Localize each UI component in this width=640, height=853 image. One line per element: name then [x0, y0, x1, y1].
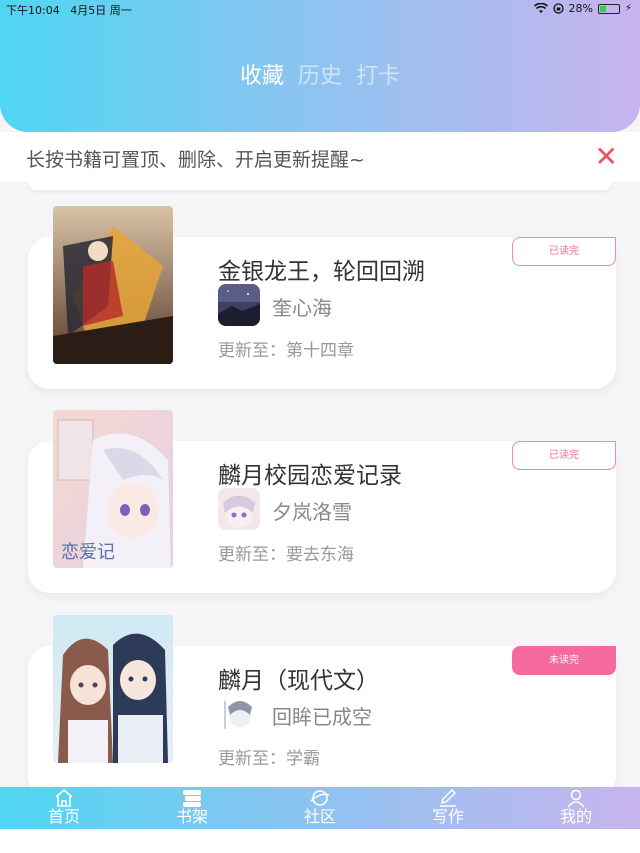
book-title: 麟月（现代文） — [218, 668, 379, 694]
status-time: 下午10:04 — [6, 4, 60, 17]
update-info: 更新至：要去东海 — [218, 540, 354, 565]
write-icon — [440, 788, 457, 807]
book-title: 麟月校园恋爱记录 — [218, 463, 402, 489]
update-chapter: 第十四章 — [286, 341, 354, 361]
tabbar-label: 写作 — [431, 807, 464, 826]
status-bar: 下午10:04 4月5日 周一 28% ⚡ — [0, 0, 640, 18]
read-status-badge: 已读完 — [512, 237, 616, 266]
tab-favorites[interactable]: 收藏 — [240, 58, 284, 90]
update-info: 更新至：学霸 — [218, 744, 320, 769]
update-prefix: 更新至： — [218, 341, 286, 361]
tabbar-item-community[interactable]: 社区 — [256, 787, 384, 829]
tabbar-label: 书架 — [175, 807, 208, 826]
author-avatar — [218, 488, 260, 530]
community-icon — [310, 790, 330, 806]
home-indicator-area — [0, 829, 640, 853]
update-chapter: 要去东海 — [286, 545, 354, 565]
notice-card-edge — [28, 182, 612, 190]
author-avatar — [218, 284, 260, 326]
notice-bar: 长按书籍可置顶、删除、开启更新提醒~ ✕ — [0, 132, 640, 182]
tabbar-item-bookshelf[interactable]: 书架 — [128, 787, 256, 829]
home-icon — [55, 788, 73, 807]
author-avatar — [218, 693, 260, 735]
update-prefix: 更新至： — [218, 749, 286, 769]
book-title: 金银龙王，轮回回溯 — [218, 259, 425, 285]
tabbar-item-profile[interactable]: 我的 — [512, 787, 640, 829]
tab-history[interactable]: 历史 — [298, 58, 342, 90]
charging-icon: ⚡ — [624, 3, 632, 14]
bottom-tab-bar: 首页 书架 社区 写作 我的 — [0, 787, 640, 829]
book-cover[interactable] — [53, 206, 173, 364]
book-cover[interactable] — [53, 615, 173, 763]
tabbar-label: 社区 — [303, 807, 336, 826]
orientation-lock-icon — [552, 3, 564, 14]
author-name: 奎心海 — [272, 296, 332, 320]
tabbar-item-home[interactable]: 首页 — [0, 787, 128, 829]
update-prefix: 更新至： — [218, 545, 286, 565]
update-chapter: 学霸 — [286, 749, 320, 769]
read-status-badge: 未读完 — [512, 646, 616, 675]
status-time-date: 下午10:04 4月5日 周一 — [6, 2, 132, 18]
close-icon[interactable]: ✕ — [595, 140, 618, 173]
tabbar-label: 首页 — [47, 807, 80, 826]
update-info: 更新至：第十四章 — [218, 336, 354, 361]
header-tabs: 收藏 历史 打卡 — [0, 58, 640, 90]
author-name: 回眸已成空 — [272, 705, 372, 729]
battery-percent: 28% — [568, 2, 593, 15]
bookshelf-icon — [183, 790, 201, 807]
header: 下午10:04 4月5日 周一 28% ⚡ 收藏 历史 打卡 — [0, 0, 640, 132]
notice-text: 长按书籍可置顶、删除、开启更新提醒~ — [26, 149, 365, 171]
wifi-icon — [533, 3, 548, 13]
read-status-badge: 已读完 — [512, 441, 616, 470]
book-cover[interactable]: 恋爱记 — [53, 410, 173, 568]
author-name: 夕岚洛雪 — [272, 500, 352, 524]
tab-checkin[interactable]: 打卡 — [356, 58, 400, 90]
status-date: 4月5日 周一 — [70, 4, 132, 17]
status-indicators: 28% ⚡ — [533, 2, 632, 15]
profile-icon — [567, 789, 585, 808]
battery-icon — [597, 3, 620, 14]
svg-text:恋爱记: 恋爱记 — [61, 541, 115, 563]
tabbar-item-write[interactable]: 写作 — [384, 787, 512, 829]
tabbar-label: 我的 — [559, 807, 592, 826]
